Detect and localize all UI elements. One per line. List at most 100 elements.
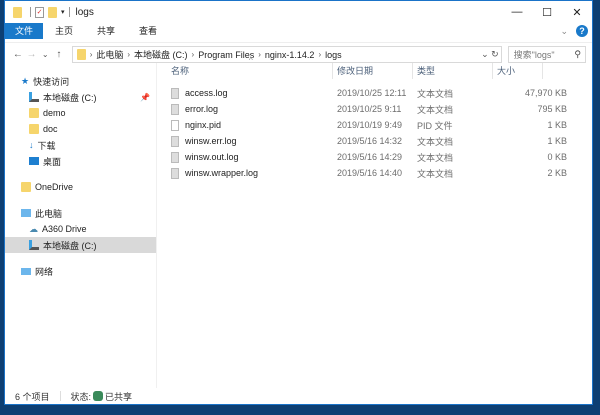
breadcrumb-logs[interactable]: logs (325, 50, 342, 60)
file-row[interactable]: winsw.wrapper.log 2019/5/16 14:40 文本文档 2… (157, 165, 592, 181)
file-row[interactable]: winsw.err.log 2019/5/16 14:32 文本文档 1 KB (157, 133, 592, 149)
maximize-button[interactable]: ☐ (532, 6, 562, 19)
chevron-right-icon: › (191, 50, 195, 59)
cloud-drive-icon: ☁ (29, 223, 38, 234)
shared-users-icon (93, 391, 104, 401)
file-type: 文本文档 (417, 88, 454, 99)
tab-file[interactable]: 文件 (5, 23, 43, 39)
star-icon: ★ (21, 75, 30, 86)
breadcrumb-local-disk[interactable]: 本地磁盘 (C:) (134, 48, 188, 61)
search-input[interactable]: 搜索"logs" ⚲ (507, 46, 586, 63)
ribbon-tabs: 文件 主页 共享 查看 ⌄ ? (5, 23, 592, 39)
file-date: 2019/5/16 14:29 (337, 152, 403, 162)
sidebar-item-desktop[interactable]: 桌面 (5, 153, 156, 169)
file-date: 2019/10/25 9:11 (337, 104, 402, 114)
up-button[interactable]: ↑ (52, 49, 66, 60)
recent-locations-button[interactable]: ⌄ (38, 50, 52, 59)
file-date: 2019/5/16 14:40 (337, 168, 403, 178)
minimize-button[interactable]: — (502, 6, 532, 19)
customize-toolbar-icon[interactable]: ▾ (61, 8, 65, 16)
file-name-cell: access.log (157, 87, 333, 99)
divider (59, 391, 61, 401)
divider (30, 7, 31, 17)
file-row[interactable]: nginx.pid 2019/10/19 9:49 PID 文件 1 KB (157, 117, 592, 133)
file-size: 0 KB (547, 152, 567, 162)
sidebar-item-local-disk[interactable]: 本地磁盘 (C:) 📌 (5, 89, 156, 105)
file-type: 文本文档 (417, 104, 454, 115)
file-type: 文本文档 (417, 152, 454, 163)
expand-ribbon-icon[interactable]: ⌄ (560, 26, 568, 37)
file-name-cell: winsw.err.log (157, 135, 333, 147)
explorer-window: ✓ ▾ logs — ☐ ✕ 文件 主页 共享 查看 ⌄ ? ← → ⌄ ↑ ›… (4, 0, 593, 405)
sidebar-item-a360[interactable]: ☁ A360 Drive (5, 221, 156, 237)
close-button[interactable]: ✕ (562, 6, 592, 19)
file-size: 795 KB (537, 104, 567, 114)
pin-icon[interactable]: 📌 (140, 93, 150, 102)
sidebar-item-local-disk-c[interactable]: 本地磁盘 (C:) (5, 237, 156, 253)
tab-home[interactable]: 主页 (43, 23, 85, 39)
sidebar-item-doc[interactable]: doc (5, 121, 156, 137)
sidebar-item-downloads[interactable]: ↓ 下载 (5, 137, 156, 153)
forward-button[interactable]: → (25, 49, 39, 60)
search-icon[interactable]: ⚲ (574, 49, 581, 60)
file-size: 47,970 KB (524, 88, 567, 98)
computer-icon (21, 209, 31, 217)
sidebar-item-demo[interactable]: demo (5, 105, 156, 121)
breadcrumb-this-pc[interactable]: 此电脑 (96, 48, 123, 61)
file-icon (171, 103, 179, 115)
file-icon (171, 135, 179, 147)
download-icon: ↓ (29, 140, 34, 150)
drive-icon (29, 240, 39, 250)
back-button[interactable]: ← (11, 49, 25, 60)
file-name: winsw.wrapper.log (185, 168, 259, 178)
folder-icon (21, 182, 31, 192)
file-name: winsw.out.log (185, 152, 239, 162)
divider (68, 7, 70, 17)
search-placeholder: 搜索"logs" (513, 50, 555, 60)
file-row[interactable]: winsw.out.log 2019/5/16 14:29 文本文档 0 KB (157, 149, 592, 165)
file-size: 1 KB (547, 120, 567, 130)
sidebar-item-network[interactable]: 网络 (5, 263, 156, 279)
file-name: nginx.pid (185, 120, 222, 130)
sidebar-item-this-pc[interactable]: 此电脑 (5, 205, 156, 221)
title-bar: ✓ ▾ logs — ☐ ✕ (5, 1, 592, 23)
file-icon (171, 151, 179, 163)
file-size: 2 KB (547, 168, 567, 178)
file-name: winsw.err.log (185, 136, 237, 146)
breadcrumb-nginx[interactable]: nginx-1.14.2 (265, 50, 315, 60)
address-dropdown-icon[interactable]: ⌄ (481, 49, 489, 59)
sidebar-item-quick-access[interactable]: ★ 快速访问 (5, 73, 156, 89)
folder-icon (13, 6, 22, 18)
column-name[interactable]: 名称 (157, 63, 333, 79)
folder-icon (29, 124, 39, 134)
new-folder-icon[interactable] (48, 6, 57, 18)
item-count: 6 个项目 (15, 391, 50, 402)
chevron-right-icon: › (318, 50, 322, 59)
network-icon (21, 267, 31, 275)
file-row[interactable]: error.log 2019/10/25 9:11 文本文档 795 KB (157, 101, 592, 117)
file-type: 文本文档 (417, 168, 454, 179)
folder-icon (29, 108, 39, 118)
file-name-cell: nginx.pid (157, 119, 333, 131)
address-bar[interactable]: › 此电脑 › 本地磁盘 (C:) › Program Files › ngin… (71, 46, 502, 63)
sort-ascending-icon: ^ (249, 56, 253, 65)
properties-icon[interactable]: ✓ (35, 6, 44, 18)
file-row[interactable]: access.log 2019/10/25 12:11 文本文档 47,970 … (157, 85, 592, 101)
file-size: 1 KB (547, 136, 567, 146)
column-date[interactable]: 修改日期 (333, 63, 413, 79)
column-size[interactable]: 大小 (493, 63, 543, 79)
tab-view[interactable]: 查看 (127, 23, 169, 39)
file-icon (171, 119, 179, 131)
file-type: 文本文档 (417, 136, 454, 147)
sidebar-item-onedrive[interactable]: OneDrive (5, 179, 156, 195)
status-label: 状态: (70, 391, 92, 402)
refresh-icon[interactable]: ↻ (491, 49, 499, 59)
file-date: 2019/10/25 12:11 (337, 88, 407, 98)
chevron-right-icon: › (127, 50, 131, 59)
window-title: logs (75, 6, 94, 18)
breadcrumb-program-files[interactable]: Program Files (198, 50, 254, 60)
file-list: ^ 名称 修改日期 类型 大小 access.log 2019/10/25 12… (157, 56, 592, 388)
column-type[interactable]: 类型 (413, 63, 493, 79)
tab-share[interactable]: 共享 (85, 23, 127, 39)
help-icon[interactable]: ? (576, 25, 588, 37)
